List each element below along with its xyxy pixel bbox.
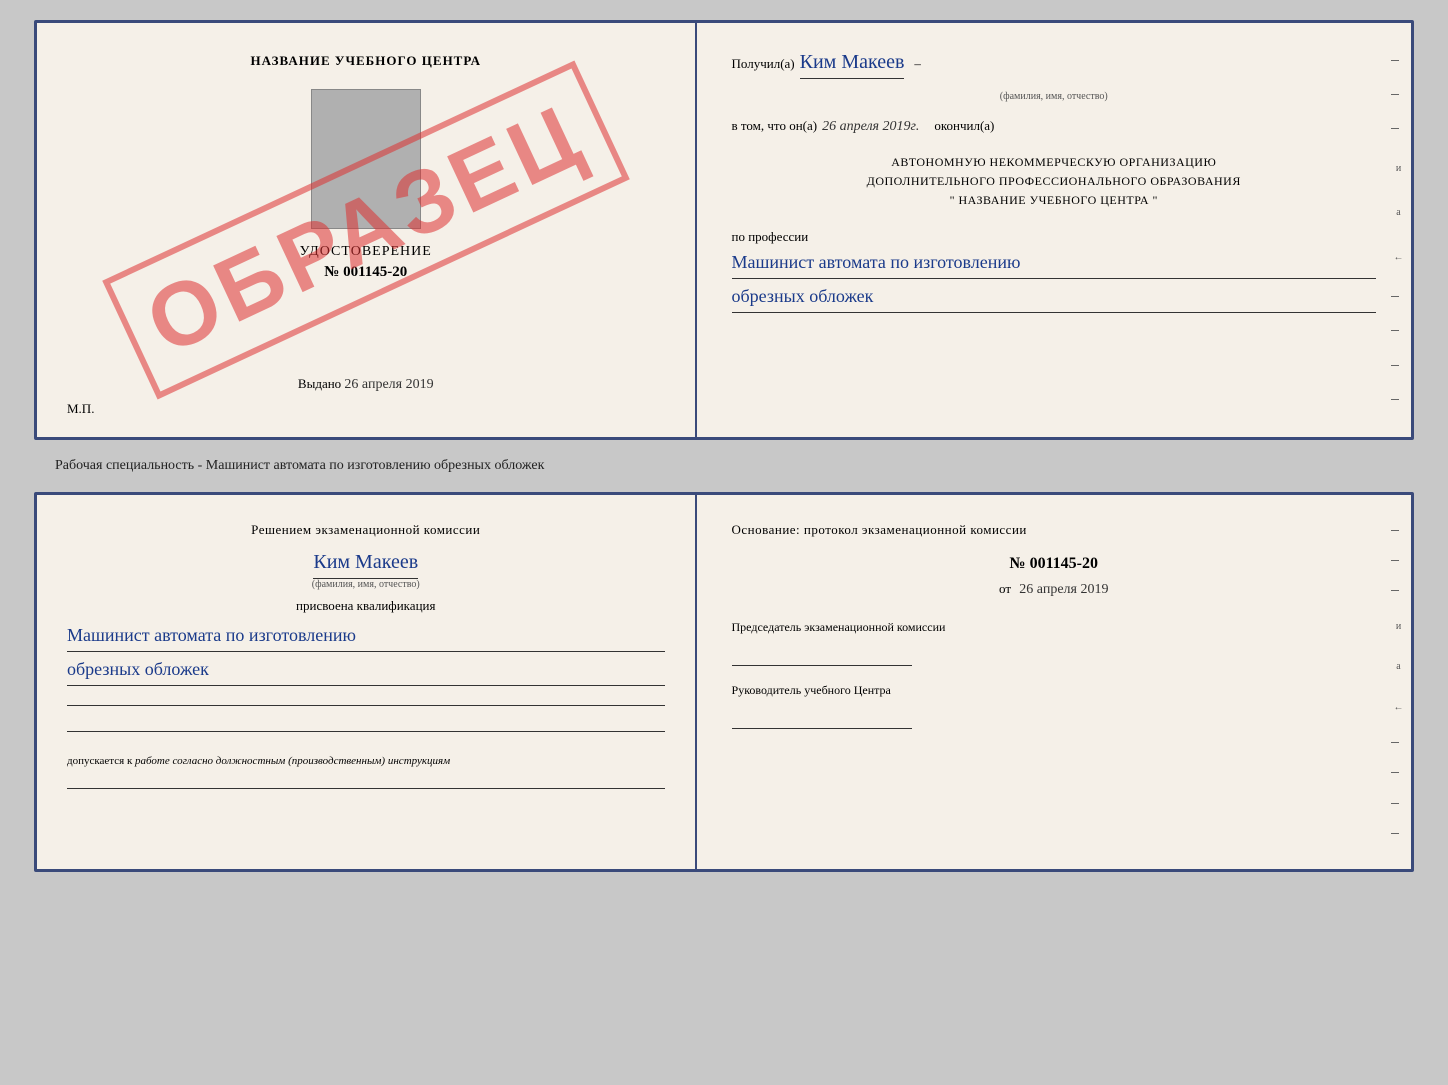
mp-line: М.П. <box>67 401 94 417</box>
org-line2: ДОПОЛНИТЕЛЬНОГО ПРОФЕССИОНАЛЬНОГО ОБРАЗО… <box>732 172 1376 191</box>
ot-label: от <box>999 581 1011 596</box>
vtom-row: в том, что он(а) 26 апреля 2019г. окончи… <box>732 118 1376 135</box>
top-doc-right: Получил(а) Ким Макеев – (фамилия, имя, о… <box>697 23 1411 437</box>
bind-6 <box>1391 803 1399 804</box>
komissia-fio-sub: (фамилия, имя, отчество) <box>67 579 665 590</box>
protokol-number: № 001145-20 <box>732 555 1376 573</box>
dopuskaetsya-text: допускается к работе согласно должностны… <box>67 753 665 770</box>
vtom-date: 26 апреля 2019г. <box>822 119 919 135</box>
komissia-name: Ким Макеев <box>313 548 418 579</box>
vydano-label: Выдано <box>298 376 341 391</box>
fio-sub-top: (фамилия, имя, отчество) <box>732 91 1376 102</box>
vtom-label: в том, что он(а) <box>732 118 818 134</box>
profession-label: по профессии <box>732 229 1376 245</box>
org-line1: АВТОНОМНУЮ НЕКОММЕРЧЕСКУЮ ОРГАНИЗАЦИЮ <box>732 153 1376 172</box>
udostoverenie-number: № 001145-20 <box>324 264 407 281</box>
bottom-doc-left: Решением экзаменационной комиссии Ким Ма… <box>37 495 697 869</box>
protokol-date: 26 апреля 2019 <box>1019 582 1108 597</box>
photo-placeholder <box>311 89 421 229</box>
kvali-line1: Машинист автомата по изготовлению <box>67 622 665 652</box>
ind-arrow: ← <box>1391 252 1406 263</box>
komissia-title: Решением экзаменационной комиссии <box>67 520 665 540</box>
org-line3: " НАЗВАНИЕ УЧЕБНОГО ЦЕНТРА " <box>732 191 1376 210</box>
bottom-document: Решением экзаменационной комиссии Ким Ма… <box>34 492 1414 872</box>
poluchil-name: Ким Макеев <box>800 48 905 79</box>
bottom-side-indicators: и а ← <box>1391 515 1406 849</box>
bind-arrow: ← <box>1391 702 1406 713</box>
dash-poluchil: – <box>914 56 921 72</box>
ind-4 <box>1391 296 1399 297</box>
blank-line-3 <box>67 769 665 789</box>
kvali-line2: обрезных обложек <box>67 656 665 686</box>
bind-5 <box>1391 772 1399 773</box>
predsedatel-sig-line <box>732 641 912 666</box>
ind-i: и <box>1391 163 1406 174</box>
bind-3 <box>1391 590 1399 591</box>
side-indicators: и а ← <box>1391 43 1406 417</box>
bind-1 <box>1391 530 1399 531</box>
okonchil-label: окончил(а) <box>934 118 994 134</box>
bind-4 <box>1391 742 1399 743</box>
prisvoena-label: присвоена квалификация <box>67 598 665 614</box>
komissia-name-block: Ким Макеев <box>67 548 665 579</box>
blank-line-2 <box>67 712 665 732</box>
top-document: НАЗВАНИЕ УЧЕБНОГО ЦЕНТРА УДОСТОВЕРЕНИЕ №… <box>34 20 1414 440</box>
blank-line-1 <box>67 686 665 706</box>
predsedatel-label: Председатель экзаменационной комиссии <box>732 618 1376 636</box>
center-name-top: НАЗВАНИЕ УЧЕБНОГО ЦЕНТРА <box>250 53 481 69</box>
ind-1 <box>1391 60 1399 61</box>
bind-i: и <box>1391 621 1406 632</box>
ind-a: а <box>1391 207 1406 218</box>
dopusk-label: допускается к <box>67 755 132 767</box>
bind-2 <box>1391 560 1399 561</box>
poluchil-label: Получил(а) <box>732 56 795 72</box>
udostoverenie-title: УДОСТОВЕРЕНИЕ <box>300 244 432 260</box>
profession-line1: Машинист автомата по изготовлению <box>732 249 1376 279</box>
ind-3 <box>1391 128 1399 129</box>
vydano-date: 26 апреля 2019 <box>344 377 433 392</box>
ind-5 <box>1391 330 1399 331</box>
ind-2 <box>1391 94 1399 95</box>
protokol-date-row: от 26 апреля 2019 <box>732 581 1376 598</box>
profession-line2: обрезных обложек <box>732 283 1376 313</box>
poluchil-row: Получил(а) Ким Макеев – <box>732 48 1376 79</box>
dopusk-value: работе согласно должностным (производств… <box>135 755 450 767</box>
bind-a: а <box>1391 661 1406 672</box>
top-doc-left: НАЗВАНИЕ УЧЕБНОГО ЦЕНТРА УДОСТОВЕРЕНИЕ №… <box>37 23 697 437</box>
ind-7 <box>1391 399 1399 400</box>
osnov-title: Основание: протокол экзаменационной коми… <box>732 520 1376 540</box>
bottom-doc-right: Основание: протокол экзаменационной коми… <box>697 495 1411 869</box>
rukovoditel-label: Руководитель учебного Центра <box>732 681 1376 699</box>
org-block: АВТОНОМНУЮ НЕКОММЕРЧЕСКУЮ ОРГАНИЗАЦИЮ ДО… <box>732 153 1376 211</box>
bind-7 <box>1391 833 1399 834</box>
ind-6 <box>1391 365 1399 366</box>
between-text: Рабочая специальность - Машинист автомат… <box>20 458 544 474</box>
rukovoditel-sig-line <box>732 704 912 729</box>
vydano-line: Выдано 26 апреля 2019 <box>298 366 434 393</box>
